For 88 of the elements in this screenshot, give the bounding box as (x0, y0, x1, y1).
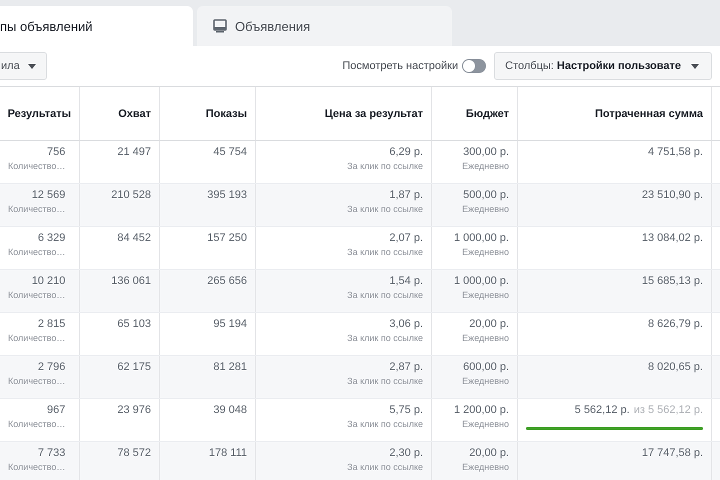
results-type: Количество… (8, 419, 66, 429)
results-value: 2 815 (38, 318, 66, 330)
columns-dropdown[interactable]: Столбцы: Настройки пользовате (494, 52, 712, 80)
results-value: 967 (46, 404, 66, 416)
spent-value: 4 751,58 р. (648, 146, 703, 158)
results-type: Количество… (8, 204, 66, 214)
budget-period: Ежедневно (462, 204, 509, 214)
spent-value: 8 020,65 р. (648, 361, 703, 373)
reach-value: 78 572 (117, 447, 151, 459)
tab[interactable]: пы объявлений (0, 6, 193, 46)
impressions-value: 395 193 (207, 189, 247, 201)
budget-period: Ежедневно (462, 247, 509, 257)
budget-value: 1 200,00 р. (454, 404, 509, 416)
cost-type: За клик по ссылке (347, 290, 423, 300)
caret-icon (28, 64, 36, 68)
cost-value: 2,87 р. (389, 361, 423, 373)
column-header[interactable]: Охват (80, 87, 160, 140)
cost-type: За клик по ссылке (347, 161, 423, 171)
impressions-value: 95 194 (213, 318, 247, 330)
results-type: Количество… (8, 161, 66, 171)
results-value: 7 733 (38, 447, 66, 459)
budget-period: Ежедневно (462, 333, 509, 343)
results-type: Количество… (8, 462, 66, 472)
spent-value: 23 510,90 р. (642, 189, 703, 201)
cost-type: За клик по ссылке (347, 376, 423, 386)
cost-value: 6,29 р. (389, 146, 423, 158)
results-value: 10 210 (32, 275, 66, 287)
view-settings-toggle[interactable] (462, 59, 486, 73)
column-header[interactable]: Показы (160, 87, 256, 140)
results-value: 6 329 (38, 232, 66, 244)
results-type: Количество… (8, 376, 66, 386)
reach-value: 210 528 (111, 189, 151, 201)
cost-type: За клик по ссылке (347, 204, 423, 214)
budget-period: Ежедневно (462, 161, 509, 171)
budget-value: 1 000,00 р. (454, 275, 509, 287)
tab[interactable]: Объявления (197, 6, 452, 46)
cost-value: 2,07 р. (389, 232, 423, 244)
spend-limit: из 5 562,12 р. (634, 404, 703, 416)
column-header[interactable]: Потраченная сумма (518, 87, 712, 140)
budget-value: 300,00 р. (463, 146, 509, 158)
caret-icon (691, 64, 699, 68)
results-value: 2 796 (38, 361, 66, 373)
results-type: Количество… (8, 290, 66, 300)
budget-period: Ежедневно (462, 419, 509, 429)
results-value: 756 (46, 146, 66, 158)
cost-value: 1,87 р. (389, 189, 423, 201)
impressions-value: 39 048 (213, 404, 247, 416)
cost-type: За клик по ссылке (347, 462, 423, 472)
results-type: Количество… (8, 333, 66, 343)
budget-period: Ежедневно (462, 376, 509, 386)
budget-value: 500,00 р. (463, 189, 509, 201)
cost-type: За клик по ссылке (347, 247, 423, 257)
spent-value: 15 685,13 р. (642, 275, 703, 287)
reach-value: 21 497 (117, 146, 151, 158)
cost-value: 2,30 р. (389, 447, 423, 459)
reach-value: 23 976 (117, 404, 151, 416)
cost-value: 5,75 р. (389, 404, 423, 416)
spent-value: 5 562,12 р. (574, 404, 630, 416)
spent-value: 8 626,79 р. (648, 318, 703, 330)
reach-value: 65 103 (117, 318, 151, 330)
impressions-value: 81 281 (213, 361, 247, 373)
cost-value: 3,06 р. (389, 318, 423, 330)
reach-value: 136 061 (111, 275, 151, 287)
results-value: 12 569 (32, 189, 66, 201)
column-header[interactable]: Бюджет (432, 87, 518, 140)
column-header[interactable]: Результаты (0, 87, 80, 140)
view-settings-label: Посмотреть настройки (342, 60, 458, 72)
budget-period: Ежедневно (462, 290, 509, 300)
budget-value: 1 000,00 р. (454, 232, 509, 244)
filter-dropdown[interactable]: ила (0, 52, 47, 80)
spent-value: 13 084,02 р. (642, 232, 703, 244)
cost-value: 1,54 р. (389, 275, 423, 287)
impressions-value: 178 111 (208, 447, 247, 459)
cost-type: За клик по ссылке (347, 419, 423, 429)
spent-value: 17 747,58 р. (642, 447, 703, 459)
cost-type: За клик по ссылке (347, 333, 423, 343)
reach-value: 62 175 (117, 361, 151, 373)
monitor-icon (213, 19, 227, 33)
results-type: Количество… (8, 247, 66, 257)
impressions-value: 265 656 (207, 275, 247, 287)
impressions-value: 45 754 (213, 146, 247, 158)
budget-value: 20,00 р. (469, 318, 509, 330)
reach-value: 84 452 (117, 232, 151, 244)
budget-value: 20,00 р. (469, 447, 509, 459)
impressions-value: 157 250 (207, 232, 247, 244)
column-header[interactable]: Цена за результат (256, 87, 432, 140)
budget-value: 600,00 р. (463, 361, 509, 373)
budget-period: Ежедневно (462, 462, 509, 472)
